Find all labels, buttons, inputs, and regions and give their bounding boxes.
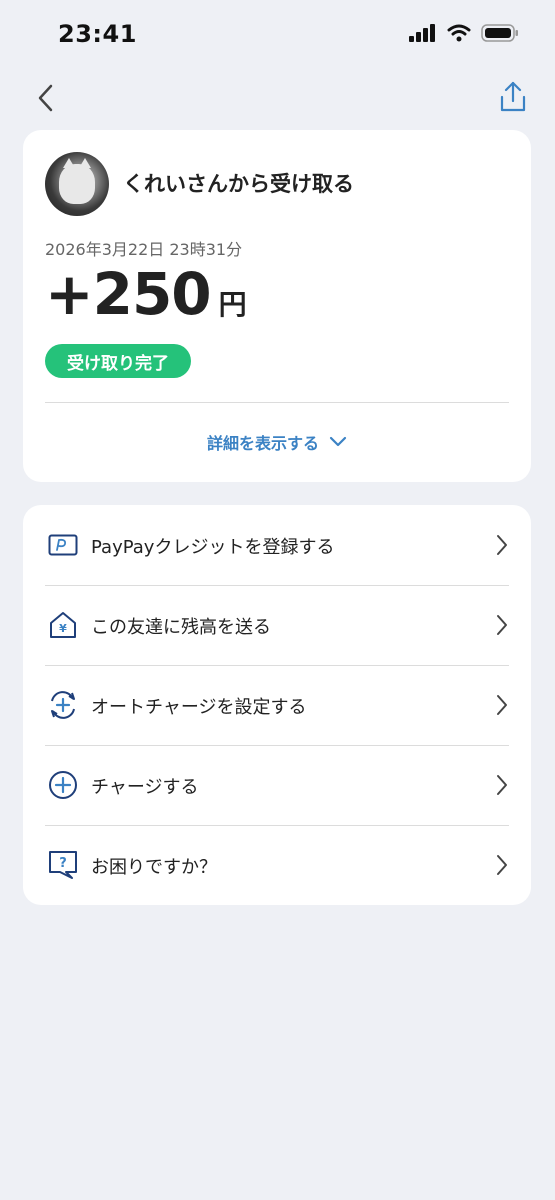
transaction-datetime: 2026年3月22日 23時31分 [45,240,243,259]
menu-item-charge[interactable]: チャージする [23,745,531,825]
signal-icon [409,24,437,46]
wifi-icon [447,24,471,46]
amount-row: +250 円 [45,260,247,328]
menu-item-label: オートチャージを設定する [91,697,307,718]
svg-text:¥: ¥ [59,622,67,635]
credit-card-icon [47,529,79,561]
nav-bar [0,76,555,120]
menu-item-label: この友達に残高を送る [91,617,271,638]
help-question-icon: ? [47,849,79,881]
transaction-amount: +250 [45,260,212,328]
menu-item-label: お困りですか？ [91,857,217,878]
svg-text:?: ? [59,856,67,871]
chevron-down-icon [329,436,347,447]
menu-item-send-balance[interactable]: ¥ この友達に残高を送る [23,585,531,665]
share-icon [500,81,526,112]
transaction-card: くれいさんから受け取る 2026年3月22日 23時31分 +250 円 受け取… [23,130,531,482]
status-icons [409,24,519,46]
share-button[interactable] [497,78,529,116]
chevron-right-icon [497,535,507,555]
card-divider [45,402,509,403]
plus-circle-icon [47,769,79,801]
show-details-button[interactable]: 詳細を表示する [23,430,531,454]
currency-unit: 円 [218,288,247,321]
chevron-right-icon [497,775,507,795]
menu-item-paypay-credit[interactable]: PayPayクレジットを登録する [23,505,531,585]
back-button[interactable] [30,80,60,116]
actions-menu: PayPayクレジットを登録する ¥ この友達に残高を送る オートチャージを設定… [23,505,531,905]
chevron-right-icon [497,855,507,875]
avatar [45,152,109,216]
house-yen-icon: ¥ [47,609,79,641]
transaction-title: くれいさんから受け取る [123,172,354,196]
battery-icon [481,24,519,46]
chevron-right-icon [497,695,507,715]
status-time: 23:41 [58,20,137,48]
auto-charge-icon [47,689,79,721]
status-badge: 受け取り完了 [45,344,191,378]
menu-item-label: PayPayクレジットを登録する [91,537,335,558]
menu-item-label: チャージする [91,777,199,798]
chevron-right-icon [497,615,507,635]
menu-item-auto-charge[interactable]: オートチャージを設定する [23,665,531,745]
status-bar: 23:41 [0,0,555,74]
chevron-left-icon [38,84,53,112]
show-details-label: 詳細を表示する [206,434,319,453]
menu-item-help[interactable]: ? お困りですか？ [23,825,531,905]
